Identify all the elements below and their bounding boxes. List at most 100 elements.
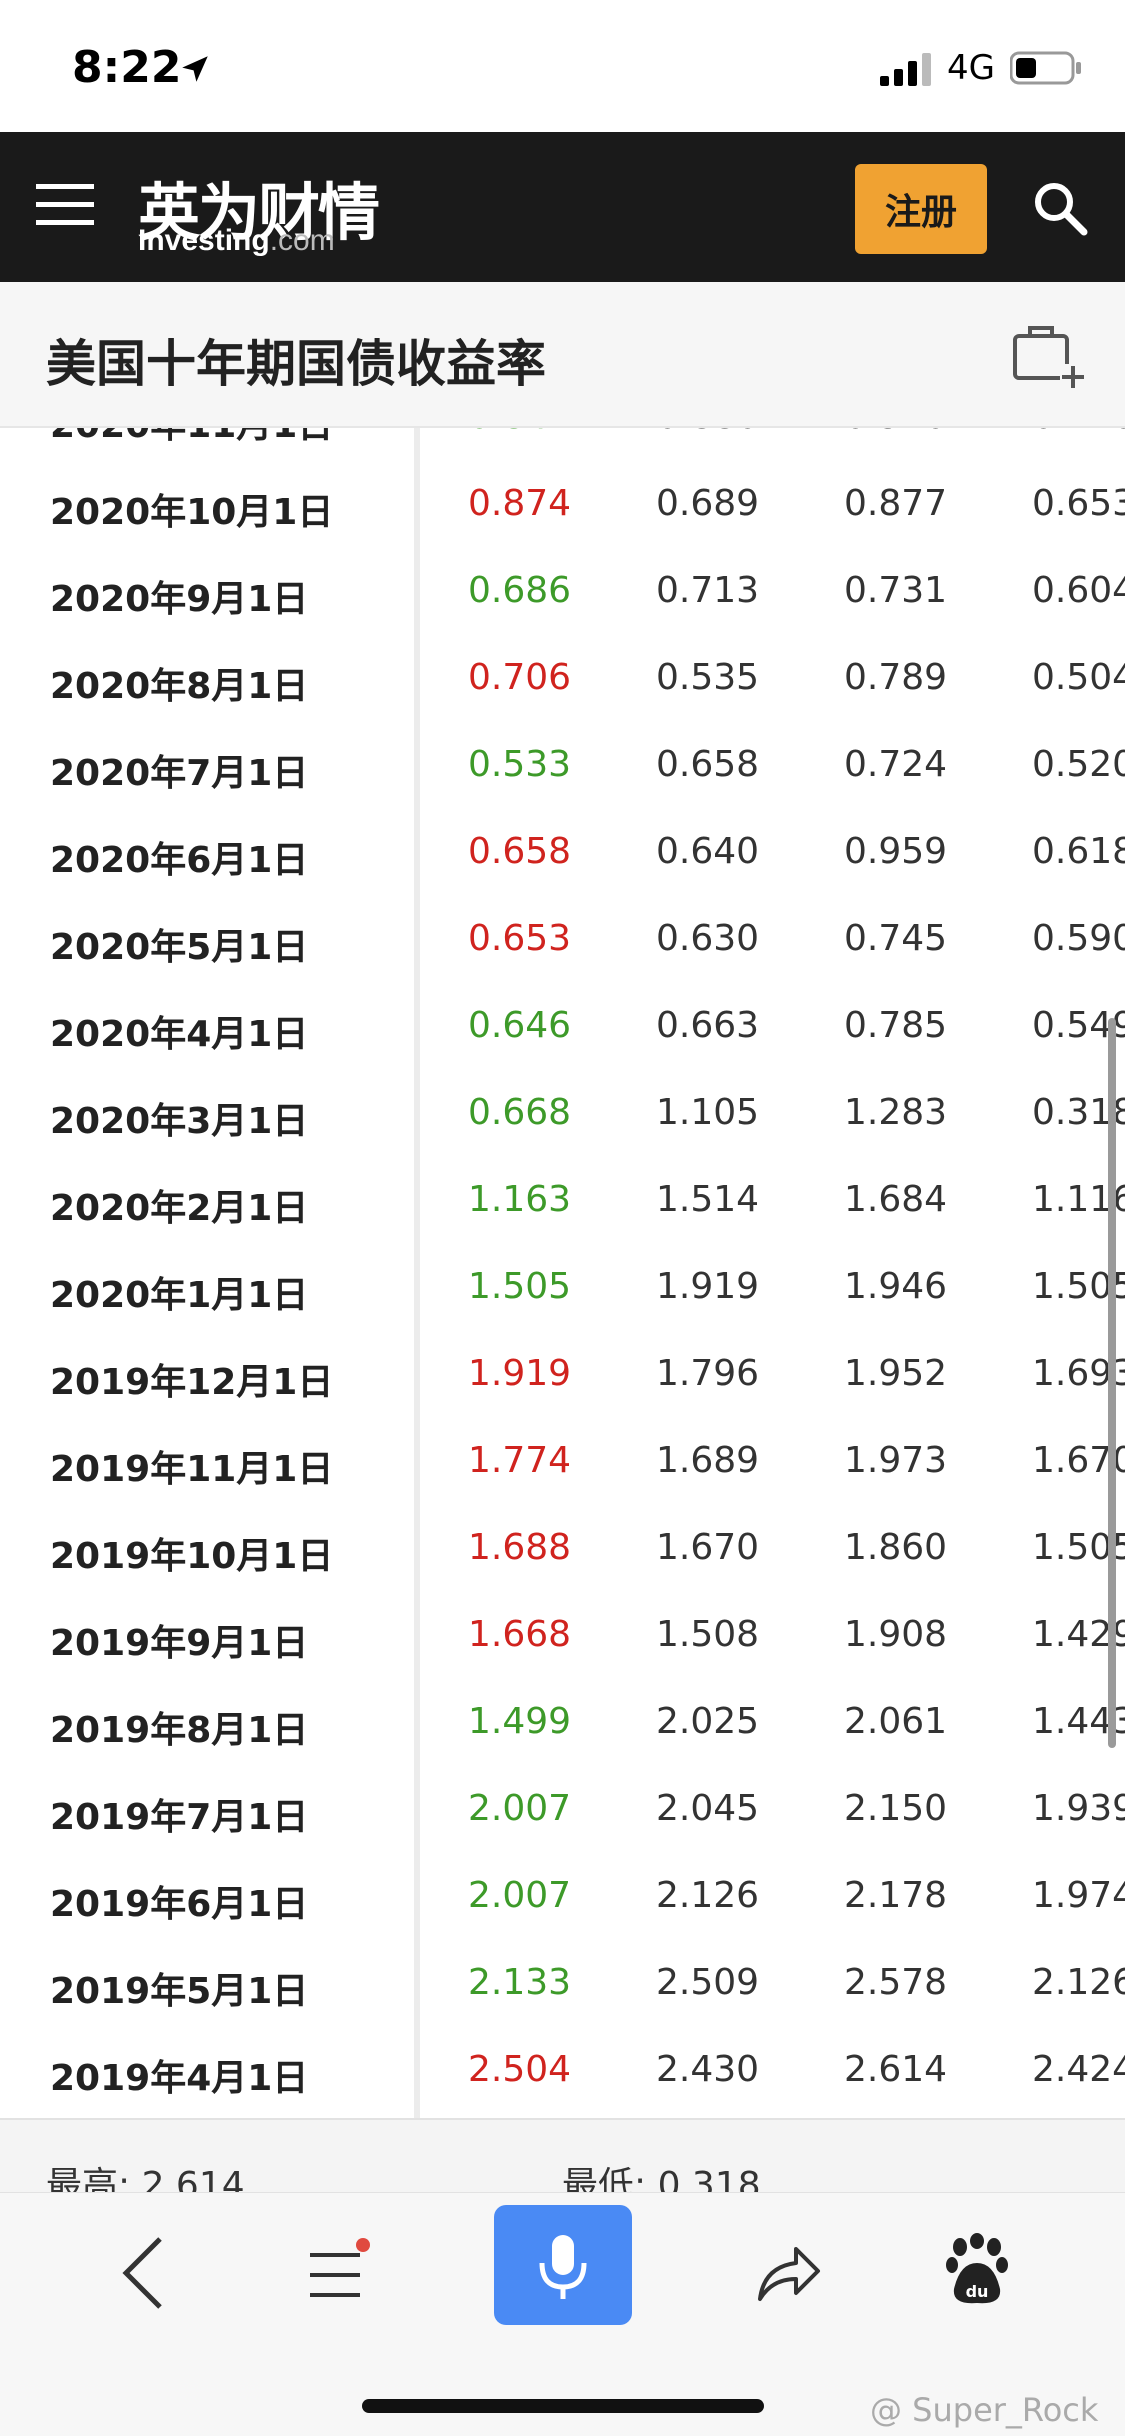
- baidu-paw-icon[interactable]: du: [944, 2233, 1010, 2309]
- close-cell: 2.133: [468, 1962, 572, 2003]
- open-cell: 1.105: [656, 1092, 760, 1133]
- open-cell: 1.670: [656, 1527, 760, 1568]
- microphone-icon: [539, 2235, 587, 2299]
- low-cell: 0.590: [1032, 918, 1125, 959]
- add-to-portfolio-icon[interactable]: [1012, 322, 1086, 390]
- high-cell: 1.973: [844, 1440, 948, 1481]
- search-icon[interactable]: [1032, 180, 1088, 236]
- table-row: 2019年8月1日 1.499 2.025 2.061 1.443: [0, 1681, 1125, 1768]
- open-cell: 1.514: [656, 1179, 760, 1220]
- svg-text:du: du: [966, 2282, 989, 2301]
- low-cell: 0.653: [1032, 483, 1125, 524]
- table-row: 2020年10月1日 0.874 0.689 0.877 0.653: [0, 463, 1125, 550]
- home-indicator[interactable]: [362, 2399, 764, 2413]
- page-title: 美国十年期国债收益率: [46, 335, 546, 393]
- low-cell: 2.424: [1032, 2049, 1125, 2090]
- open-cell: 0.535: [656, 657, 760, 698]
- high-cell: 0.970: [844, 428, 947, 437]
- open-cell: 0.689: [656, 483, 760, 524]
- close-cell: 0.646: [468, 1005, 572, 1046]
- table-row: 2019年4月1日 2.504 2.430 2.614 2.424: [0, 2029, 1125, 2116]
- menu-list-icon[interactable]: [308, 2237, 370, 2309]
- close-cell: 1.163: [468, 1179, 572, 1220]
- scrollbar[interactable]: [1108, 1018, 1116, 1748]
- close-cell: 2.504: [468, 2049, 572, 2090]
- date-cell: 2020年3月1日: [50, 1101, 309, 1142]
- date-cell: 2020年2月1日: [50, 1188, 309, 1229]
- historical-data-table[interactable]: 2020年11月1日 0.842 0.880 0.970 0.710 2020年10月1日…: [0, 428, 1125, 2118]
- high-cell: 1.908: [844, 1614, 948, 1655]
- register-button[interactable]: 注册: [855, 164, 987, 254]
- date-cell: 2020年8月1日: [50, 666, 309, 707]
- close-cell: 1.919: [468, 1353, 572, 1394]
- high-cell: 0.745: [844, 918, 948, 959]
- share-icon[interactable]: [754, 2237, 824, 2307]
- date-cell: 2020年11月1日: [50, 428, 333, 448]
- date-cell: 2020年6月1日: [50, 840, 309, 881]
- high-cell: 0.724: [844, 744, 948, 785]
- high-cell: 2.614: [844, 2049, 948, 2090]
- table-row: 2019年5月1日 2.133 2.509 2.578 2.126: [0, 1942, 1125, 2029]
- battery-icon: [1010, 51, 1081, 85]
- date-cell: 2019年7月1日: [50, 1797, 309, 1838]
- logo-english-main: Investing: [138, 224, 270, 257]
- low-cell: 0.604: [1032, 570, 1125, 611]
- close-cell: 1.688: [468, 1527, 572, 1568]
- back-icon[interactable]: [118, 2233, 168, 2313]
- open-cell: 2.025: [656, 1701, 760, 1742]
- date-cell: 2019年4月1日: [50, 2058, 309, 2099]
- open-cell: 0.713: [656, 570, 760, 611]
- status-time: 8:22: [72, 42, 182, 93]
- close-cell: 2.007: [468, 1788, 572, 1829]
- date-cell: 2020年5月1日: [50, 927, 309, 968]
- date-cell: 2020年9月1日: [50, 579, 309, 620]
- high-cell: 1.283: [844, 1092, 948, 1133]
- logo-english: Investing.com: [138, 224, 335, 258]
- table-row: 2020年1月1日 1.505 1.919 1.946 1.505: [0, 1246, 1125, 1333]
- low-cell: 2.126: [1032, 1962, 1125, 2003]
- table-row: 2020年8月1日 0.706 0.535 0.789 0.504: [0, 637, 1125, 724]
- title-bar: 美国十年期国债收益率: [0, 282, 1125, 428]
- date-cell: 2020年10月1日: [50, 492, 334, 533]
- open-cell: 0.640: [656, 831, 760, 872]
- high-cell: 0.877: [844, 483, 948, 524]
- close-cell: 0.686: [468, 570, 572, 611]
- status-bar: 8:22 4G: [0, 0, 1125, 132]
- table-row: 2019年12月1日 1.919 1.796 1.952 1.693: [0, 1333, 1125, 1420]
- close-cell: 0.668: [468, 1092, 572, 1133]
- table-rows: 2020年11月1日 0.842 0.880 0.970 0.710 2020年10月1日…: [0, 428, 1125, 2116]
- high-cell: 1.684: [844, 1179, 948, 1220]
- close-cell: 0.533: [468, 744, 572, 785]
- date-cell: 2019年8月1日: [50, 1710, 309, 1751]
- close-cell: 1.499: [468, 1701, 572, 1742]
- high-cell: 1.946: [844, 1266, 948, 1307]
- high-cell: 0.785: [844, 1005, 948, 1046]
- high-cell: 2.150: [844, 1788, 948, 1829]
- summary-high: 最高: 2.614: [46, 2165, 245, 2192]
- high-cell: 1.952: [844, 1353, 948, 1394]
- table-row: 2020年11月1日 0.842 0.880 0.970 0.710: [0, 428, 1125, 463]
- close-cell: 1.505: [468, 1266, 572, 1307]
- table-row: 2020年5月1日 0.653 0.630 0.745 0.590: [0, 898, 1125, 985]
- open-cell: 1.689: [656, 1440, 760, 1481]
- summary-low: 最低: 0.318: [562, 2165, 761, 2192]
- date-cell: 2019年6月1日: [50, 1884, 309, 1925]
- open-cell: 2.126: [656, 1875, 760, 1916]
- hamburger-menu-icon[interactable]: [36, 182, 94, 228]
- low-cell: 0.520: [1032, 744, 1125, 785]
- app-header: 英为财情 Investing.com 注册: [0, 132, 1125, 282]
- table-row: 2020年9月1日 0.686 0.713 0.731 0.604: [0, 550, 1125, 637]
- open-cell: 0.630: [656, 918, 760, 959]
- open-cell: 1.919: [656, 1266, 760, 1307]
- close-cell: 1.668: [468, 1614, 572, 1655]
- date-cell: 2019年12月1日: [50, 1362, 334, 1403]
- open-cell: 0.880: [656, 428, 759, 437]
- low-cell: 0.504: [1032, 657, 1125, 698]
- open-cell: 0.658: [656, 744, 760, 785]
- location-arrow-icon: [182, 56, 208, 82]
- high-cell: 1.860: [844, 1527, 948, 1568]
- voice-search-button[interactable]: [494, 2205, 632, 2325]
- low-cell: 0.618: [1032, 831, 1125, 872]
- investing-logo[interactable]: 英为财情 Investing.com: [138, 162, 438, 262]
- date-cell: 2019年11月1日: [50, 1449, 334, 1490]
